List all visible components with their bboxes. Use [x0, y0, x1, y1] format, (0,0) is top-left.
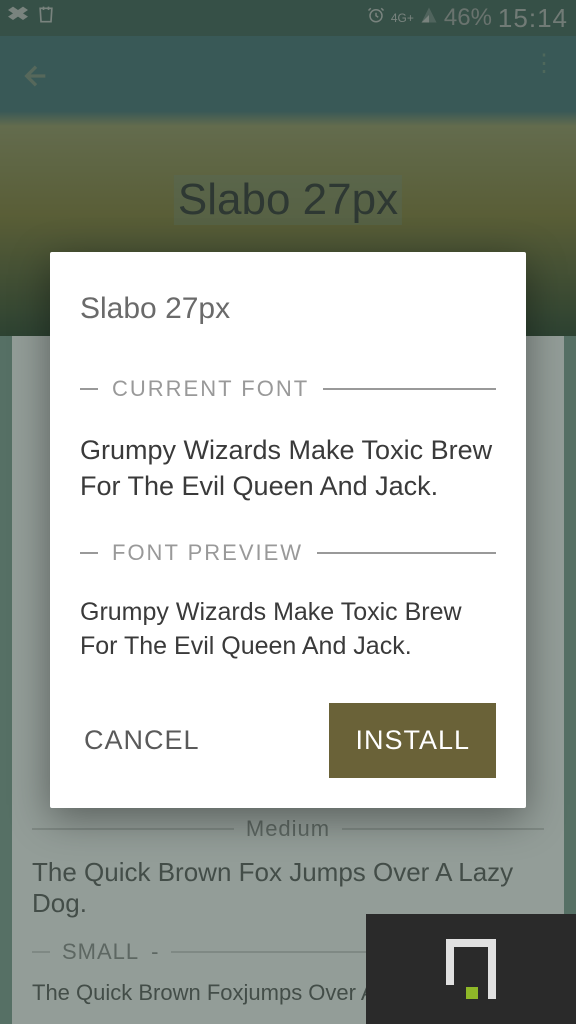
watermark-badge: [366, 914, 576, 1024]
font-preview-sample: Grumpy Wizards Make Toxic Brew For The E…: [80, 596, 496, 664]
phonandroid-logo-icon: [446, 939, 496, 999]
font-preview-label: FONT PREVIEW: [80, 540, 496, 566]
current-font-label: CURRENT FONT: [80, 376, 496, 402]
dialog-title: Slabo 27px: [80, 292, 496, 326]
install-dialog: Slabo 27px CURRENT FONT Grumpy Wizards M…: [50, 252, 526, 808]
current-font-sample: Grumpy Wizards Make Toxic Brew For The E…: [80, 432, 496, 505]
install-button[interactable]: INSTALL: [329, 703, 496, 778]
cancel-button[interactable]: CANCEL: [80, 715, 204, 766]
